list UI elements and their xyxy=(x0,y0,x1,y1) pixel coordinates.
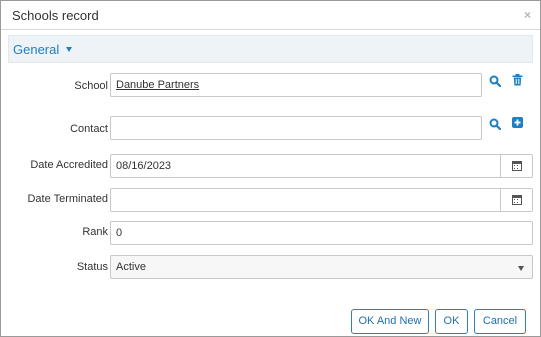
calendar-icon[interactable] xyxy=(512,161,522,171)
plus-square-icon[interactable] xyxy=(512,117,523,128)
section-title[interactable]: General xyxy=(13,42,59,57)
school-field[interactable]: Danube Partners xyxy=(110,73,482,97)
date-terminated-label: Date Terminated xyxy=(27,193,108,205)
rank-label: Rank xyxy=(82,226,108,238)
status-select[interactable]: Active xyxy=(110,255,533,279)
school-label: School xyxy=(74,80,108,92)
ok-button[interactable]: OK xyxy=(435,309,468,334)
schools-record-dialog: Schools record × General School Danube P… xyxy=(0,0,541,337)
status-label: Status xyxy=(76,261,108,273)
date-accredited-label: Date Accredited xyxy=(30,159,108,171)
trash-icon[interactable] xyxy=(512,74,523,86)
search-icon[interactable] xyxy=(489,75,501,87)
dialog-titlebar: Schools record × xyxy=(1,1,540,30)
rank-field[interactable]: 0 xyxy=(110,221,533,245)
school-value[interactable]: Danube Partners xyxy=(116,79,199,91)
caret-down-icon[interactable] xyxy=(66,47,72,52)
status-value[interactable]: Active xyxy=(116,261,146,273)
cancel-button[interactable]: Cancel xyxy=(474,309,526,334)
calendar-icon[interactable] xyxy=(512,195,522,205)
search-icon[interactable] xyxy=(489,118,501,130)
date-accredited-field[interactable]: 08/16/2023 xyxy=(110,154,533,178)
contact-label: Contact xyxy=(70,123,108,135)
date-terminated-picker[interactable] xyxy=(500,189,532,211)
dialog-title: Schools record xyxy=(12,8,99,23)
date-accredited-value[interactable]: 08/16/2023 xyxy=(116,160,171,172)
date-accredited-picker[interactable] xyxy=(500,155,532,177)
contact-field[interactable] xyxy=(110,116,482,140)
close-icon[interactable]: × xyxy=(524,9,531,21)
ok-and-new-button[interactable]: OK And New xyxy=(351,309,429,334)
date-terminated-field[interactable] xyxy=(110,188,533,212)
section-general-header[interactable]: General xyxy=(8,35,533,63)
chevron-down-icon[interactable] xyxy=(518,266,524,271)
